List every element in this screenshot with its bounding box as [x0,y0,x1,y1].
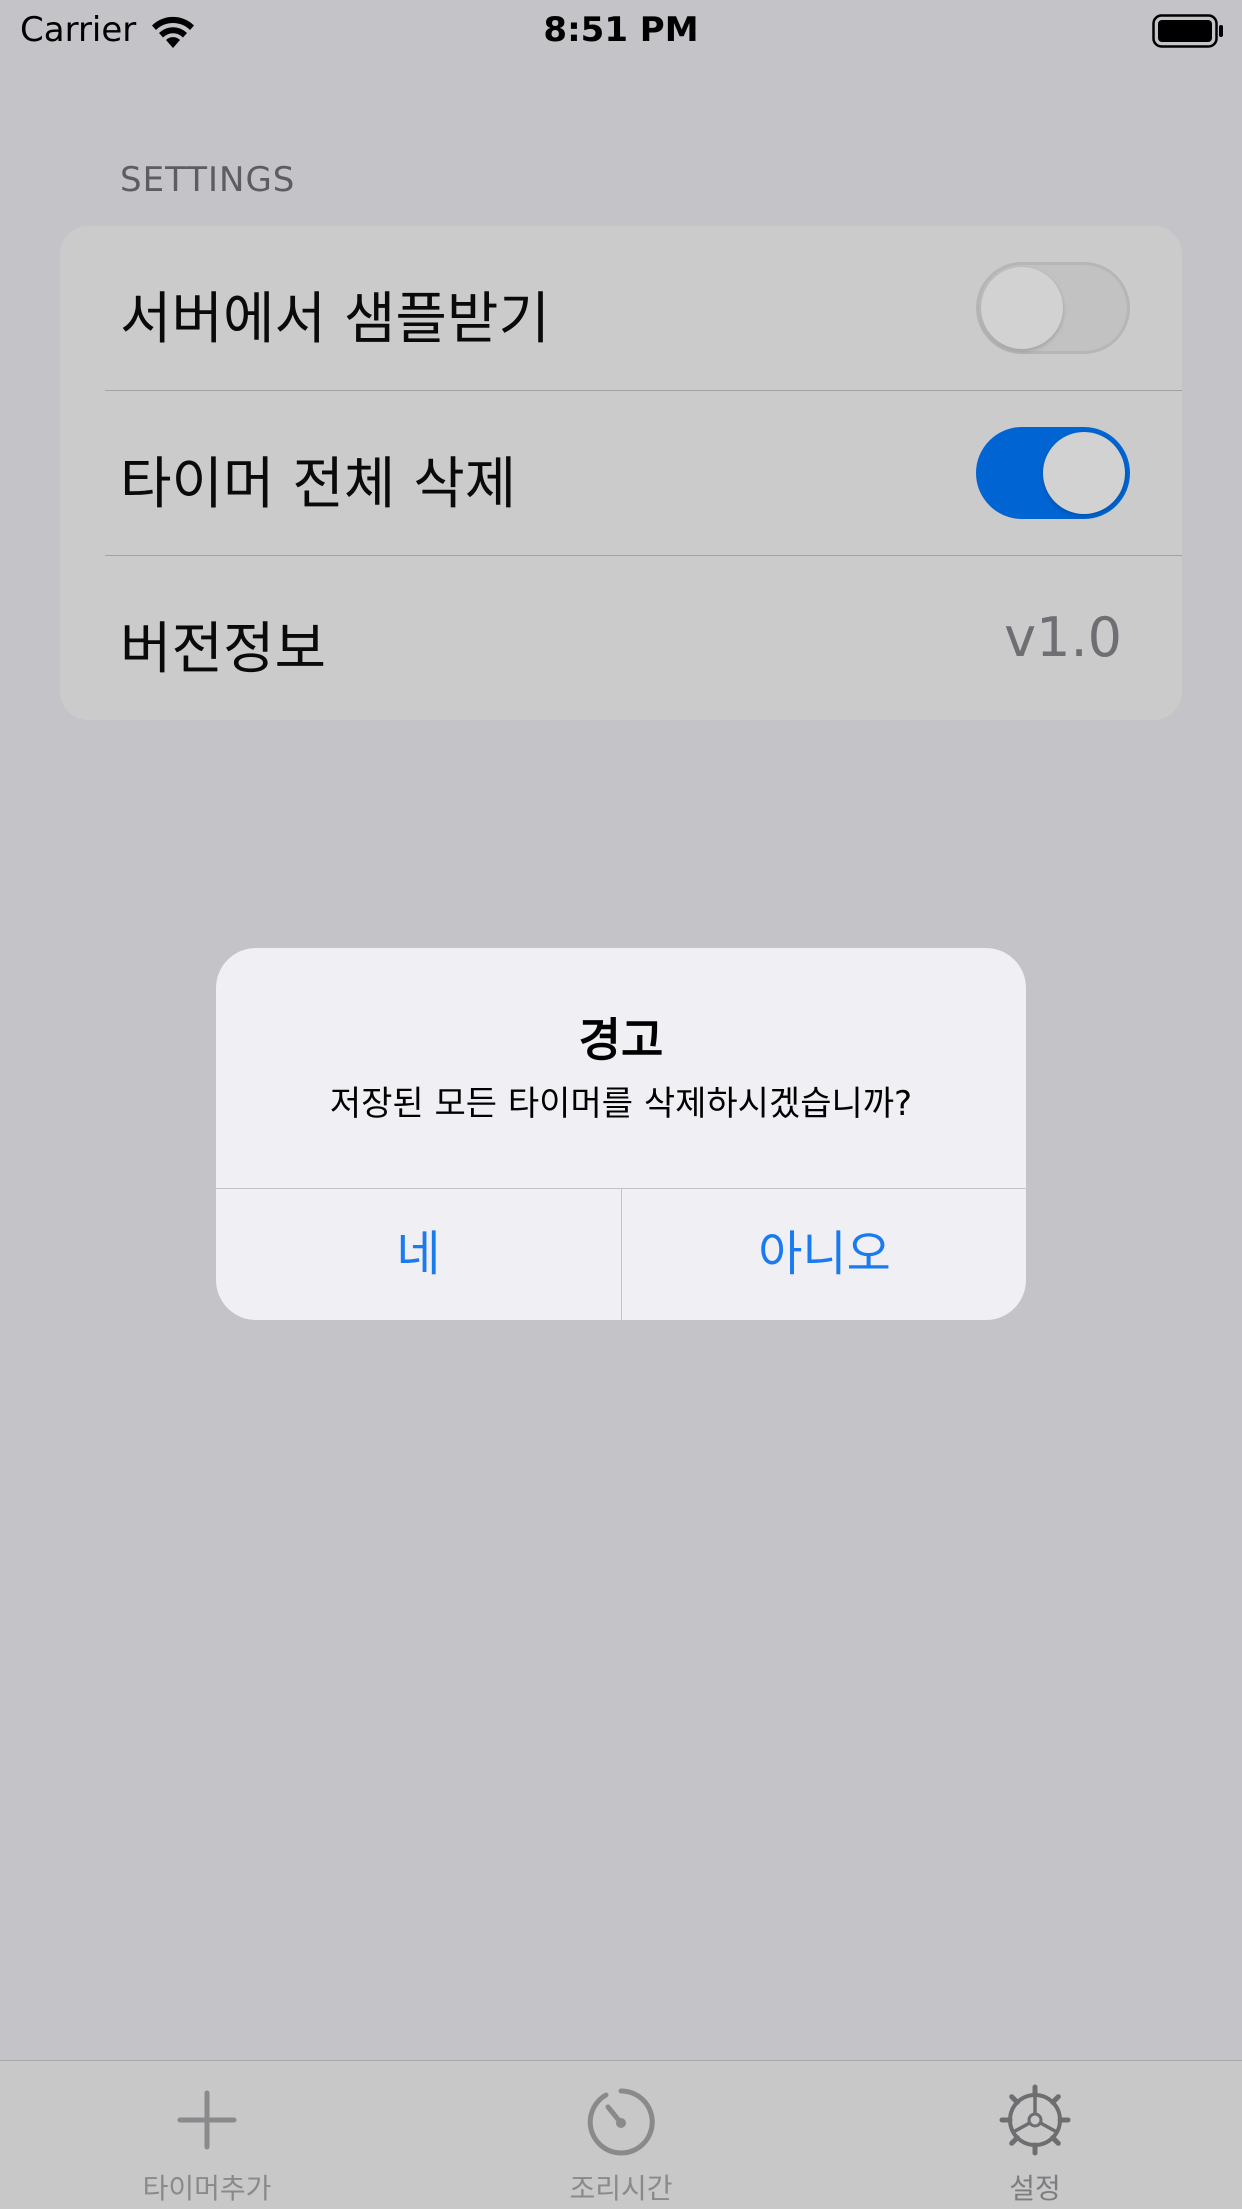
alert-message: 저장된 모든 타이머를 삭제하시겠습니까? [329,1084,913,1124]
toggle-knob [1043,432,1125,514]
settings-card: 서버에서 샘플받기 타이머 전체 삭제 버전정보 v1.0 [60,226,1182,720]
status-time: 8:51 PM [543,10,699,50]
settings-row-version-info[interactable]: 버전정보 v1.0 [60,556,1182,720]
battery-icon [1152,14,1223,48]
sample-download-toggle[interactable] [976,262,1130,354]
alert-yes-button[interactable]: 네 [216,1189,621,1320]
tab-cooking-time[interactable]: 조리시간 [414,2061,828,2209]
settings-section-header: SETTINGS [120,160,296,200]
toggle-knob [981,267,1063,349]
tab-label: 조리시간 [569,2172,673,2205]
gear-icon [999,2084,1071,2156]
row-label: 타이머 전체 삭제 [120,452,517,517]
delete-all-timers-toggle[interactable] [976,427,1130,519]
alert-title: 경고 [578,1013,664,1067]
plus-icon [177,2090,237,2150]
status-bar: Carrier 8:51 PM [0,0,1242,62]
alert-no-button[interactable]: 아니오 [622,1189,1026,1320]
tab-label: 설정 [1009,2172,1061,2205]
alert-dialog: 경고 저장된 모든 타이머를 삭제하시겠습니까? 네 아니오 [216,948,1026,1320]
settings-row-sample-download: 서버에서 샘플받기 [60,226,1182,390]
tab-settings[interactable]: 설정 [828,2061,1242,2209]
settings-row-delete-all-timers: 타이머 전체 삭제 [60,391,1182,555]
row-label: 버전정보 [120,617,327,682]
row-label: 서버에서 샘플받기 [120,287,550,352]
tab-label: 타이머추가 [142,2172,272,2205]
version-value: v1.0 [1004,606,1122,669]
tab-bar: 타이머추가 조리시간 설정 [0,2060,1242,2209]
tab-add-timer[interactable]: 타이머추가 [0,2061,414,2209]
timer-icon [587,2088,655,2156]
